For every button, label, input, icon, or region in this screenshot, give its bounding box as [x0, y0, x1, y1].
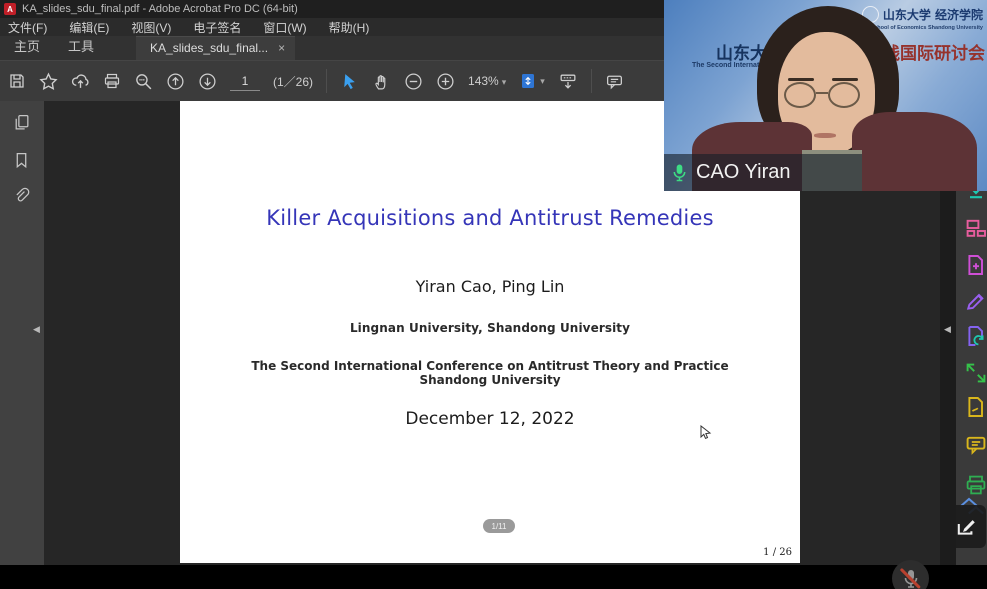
bookmarks-icon[interactable] — [12, 151, 31, 170]
export-pdf-icon[interactable] — [964, 324, 987, 348]
page-number-input[interactable] — [230, 71, 260, 91]
glasses-lens — [784, 82, 816, 108]
attachments-icon[interactable] — [12, 187, 31, 206]
previous-page-icon[interactable] — [166, 72, 185, 91]
slide-conference-line1: The Second International Conference on A… — [180, 359, 800, 373]
fit-page-icon[interactable]: ▾ — [519, 72, 545, 90]
slide-title: Killer Acquisitions and Antitrust Remedi… — [180, 206, 800, 230]
scrolling-mode-icon[interactable] — [558, 72, 578, 91]
tab-home[interactable]: 主页 — [0, 33, 54, 60]
university-logo: 山东大学 经济学院 — [862, 6, 983, 23]
participant-video[interactable]: 山东大学第二 与实践国际研讨会 The Second International… — [664, 0, 987, 191]
mic-muted-button[interactable] — [892, 560, 929, 589]
zoom-level-dropdown[interactable]: 143%▾ — [468, 74, 506, 88]
slide-progress-pill: 1/11 — [483, 519, 515, 533]
search-icon[interactable] — [134, 72, 153, 91]
menu-help[interactable]: 帮助(H) — [329, 19, 370, 36]
university-logo-subtext: School of Economics Shandong University — [871, 25, 983, 31]
zoom-in-icon[interactable] — [436, 72, 455, 91]
comment-tool-icon[interactable] — [964, 433, 987, 457]
chevron-down-icon: ▾ — [502, 77, 507, 87]
tab-document-label: KA_slides_sdu_final... — [150, 41, 268, 55]
menu-esign[interactable]: 电子签名 — [193, 19, 241, 36]
collapse-left-panel-arrow[interactable]: ◀ — [33, 324, 40, 335]
star-favorites-icon[interactable] — [39, 72, 58, 91]
participant-eyebrow — [788, 78, 814, 81]
annotate-button[interactable] — [946, 505, 986, 548]
participant-mouth — [814, 133, 836, 138]
slide-affiliation: Lingnan University, Shandong University — [180, 321, 800, 335]
participant-eyebrow — [832, 78, 858, 81]
toolbar-separator — [591, 69, 592, 93]
combine-files-icon[interactable] — [964, 361, 987, 385]
zoom-out-icon[interactable] — [404, 72, 423, 91]
save-icon[interactable] — [8, 72, 26, 90]
print-icon[interactable] — [103, 72, 121, 90]
participant-name-bar: CAO Yiran — [664, 154, 862, 191]
participant-name: CAO Yiran — [696, 161, 790, 184]
mouse-cursor-icon — [700, 425, 713, 441]
university-logo-text: 山东大学 经济学院 — [883, 6, 983, 23]
request-signatures-icon[interactable] — [964, 395, 987, 419]
glasses-bridge — [816, 92, 828, 94]
toolbar-separator — [326, 69, 327, 93]
screen: A KA_slides_sdu_final.pdf - Adobe Acroba… — [0, 0, 987, 589]
tab-document[interactable]: KA_slides_sdu_final... × — [136, 36, 295, 60]
expand-right-panel-arrow[interactable]: ◀ — [944, 324, 951, 335]
print-production-icon[interactable] — [964, 473, 987, 497]
hand-tool-icon[interactable] — [372, 72, 391, 91]
comment-icon[interactable] — [605, 72, 624, 91]
participant-shoulder — [852, 112, 977, 191]
organize-pages-icon[interactable] — [964, 216, 987, 240]
share-cloud-icon[interactable] — [71, 72, 90, 91]
mic-on-icon — [671, 162, 688, 184]
menu-view[interactable]: 视图(V) — [131, 19, 171, 36]
glasses-lens — [828, 82, 860, 108]
page-count-label: (1／26) — [273, 73, 313, 90]
slide-conference-line2: Shandong University — [180, 373, 800, 387]
page-thumbnails-icon[interactable] — [12, 113, 31, 132]
slide-frame-number: 1 / 26 — [763, 547, 792, 558]
bottom-bar — [0, 565, 987, 589]
acrobat-app-icon: A — [4, 3, 16, 15]
next-page-icon[interactable] — [198, 72, 217, 91]
tab-tools[interactable]: 工具 — [54, 33, 108, 60]
select-tool-icon[interactable] — [340, 72, 359, 91]
slide-authors: Yiran Cao, Ping Lin — [180, 277, 800, 296]
close-icon[interactable]: × — [278, 42, 285, 54]
edit-pdf-icon[interactable] — [964, 290, 987, 314]
create-pdf-icon[interactable] — [964, 253, 987, 277]
zoom-level-value: 143% — [468, 74, 499, 88]
window-title: KA_slides_sdu_final.pdf - Adobe Acrobat … — [22, 3, 298, 15]
menu-window[interactable]: 窗口(W) — [263, 19, 306, 36]
chevron-down-icon: ▾ — [540, 76, 545, 87]
